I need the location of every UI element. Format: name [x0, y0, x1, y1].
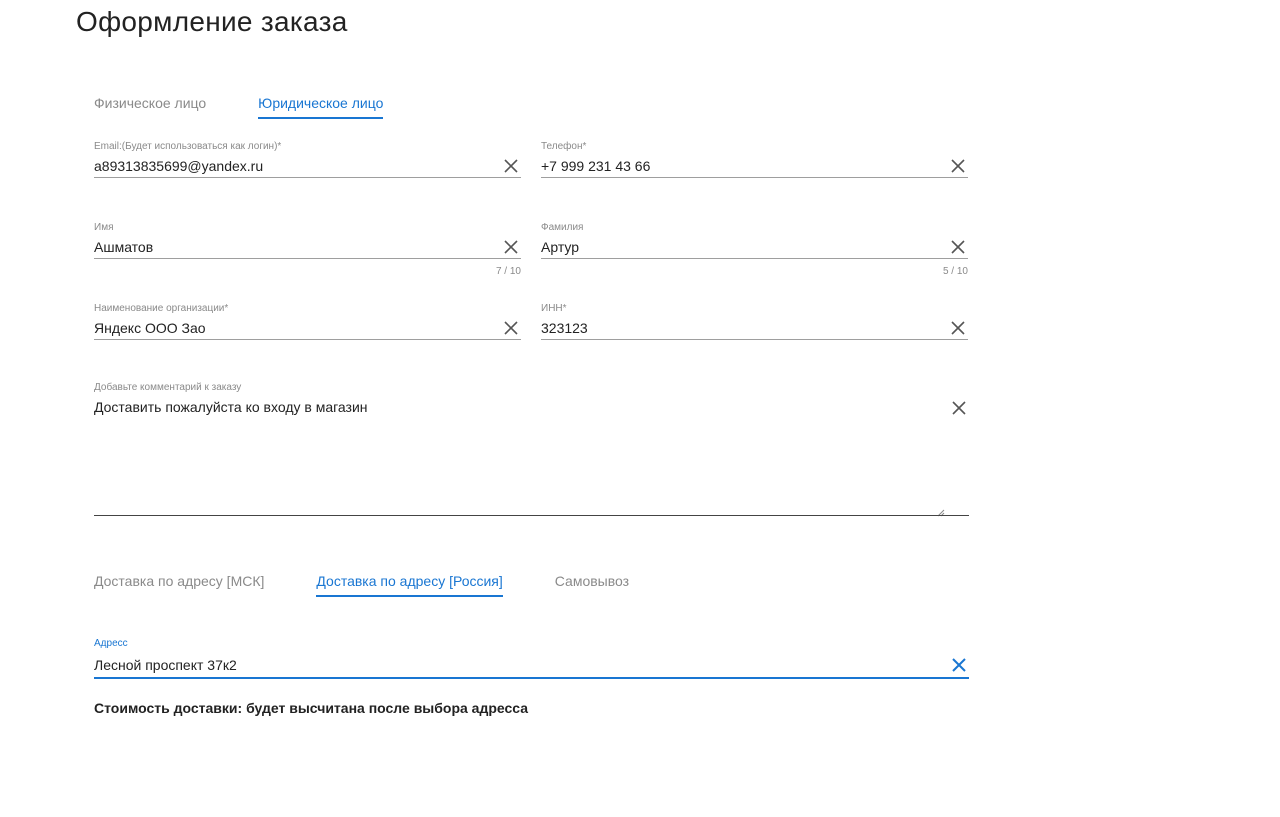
phone-clear-icon[interactable] — [948, 156, 968, 176]
last-name-clear-icon[interactable] — [948, 237, 968, 257]
inn-label: ИНН* — [541, 303, 567, 314]
tab-delivery-moscow[interactable]: Доставка по адресу [МСК] — [94, 573, 264, 597]
first-name-label: Имя — [94, 222, 114, 233]
address-label: Адресс — [94, 638, 128, 649]
organization-label: Наименование организации* — [94, 303, 229, 314]
address-underline — [94, 677, 969, 679]
first-name-clear-icon[interactable] — [501, 237, 521, 257]
inn-clear-icon[interactable] — [948, 318, 968, 338]
first-name-field: Имя 7 / 10 — [94, 222, 521, 280]
last-name-counter: 5 / 10 — [942, 266, 968, 277]
inn-underline — [541, 339, 968, 340]
comment-underline — [94, 515, 969, 516]
phone-label: Телефон* — [541, 141, 587, 152]
delivery-tabs: Доставка по адресу [МСК] Доставка по адр… — [94, 573, 681, 597]
delivery-cost-text: Стоимость доставки: будет высчитана посл… — [94, 700, 529, 716]
comment-label: Добавьте комментарий к заказу — [94, 382, 242, 393]
organization-input[interactable] — [94, 319, 491, 337]
first-name-counter: 7 / 10 — [495, 266, 521, 277]
page-title: Оформление заказа — [76, 6, 348, 37]
organization-underline — [94, 339, 521, 340]
inn-input[interactable] — [541, 319, 938, 337]
tab-pickup[interactable]: Самовывоз — [555, 573, 629, 597]
address-clear-icon[interactable] — [949, 655, 969, 675]
comment-clear-icon[interactable] — [949, 398, 969, 418]
last-name-underline — [541, 258, 968, 259]
comment-textarea[interactable]: Доставить пожалуйста ко входу в магазин — [94, 398, 939, 416]
phone-underline — [541, 177, 968, 178]
tab-delivery-russia[interactable]: Доставка по адресу [Россия] — [316, 573, 503, 597]
customer-type-tabs: Физическое лицо Юридическое лицо — [94, 95, 435, 119]
email-clear-icon[interactable] — [501, 156, 521, 176]
email-underline — [94, 177, 521, 178]
tab-legal-entity[interactable]: Юридическое лицо — [258, 95, 384, 119]
resize-handle-icon[interactable] — [935, 504, 945, 517]
phone-input[interactable] — [541, 157, 938, 175]
last-name-input[interactable] — [541, 238, 938, 256]
address-field: Адресс — [94, 638, 969, 679]
tab-individual[interactable]: Физическое лицо — [94, 95, 206, 119]
email-input[interactable] — [94, 157, 491, 175]
comment-field: Добавьте комментарий к заказу Доставить … — [94, 382, 969, 517]
email-label: Email:(Будет использоваться как логин)* — [94, 141, 282, 152]
last-name-label: Фамилия — [541, 222, 584, 233]
last-name-field: Фамилия 5 / 10 — [541, 222, 968, 280]
organization-clear-icon[interactable] — [501, 318, 521, 338]
first-name-underline — [94, 258, 521, 259]
first-name-input[interactable] — [94, 238, 491, 256]
address-input[interactable] — [94, 656, 939, 674]
